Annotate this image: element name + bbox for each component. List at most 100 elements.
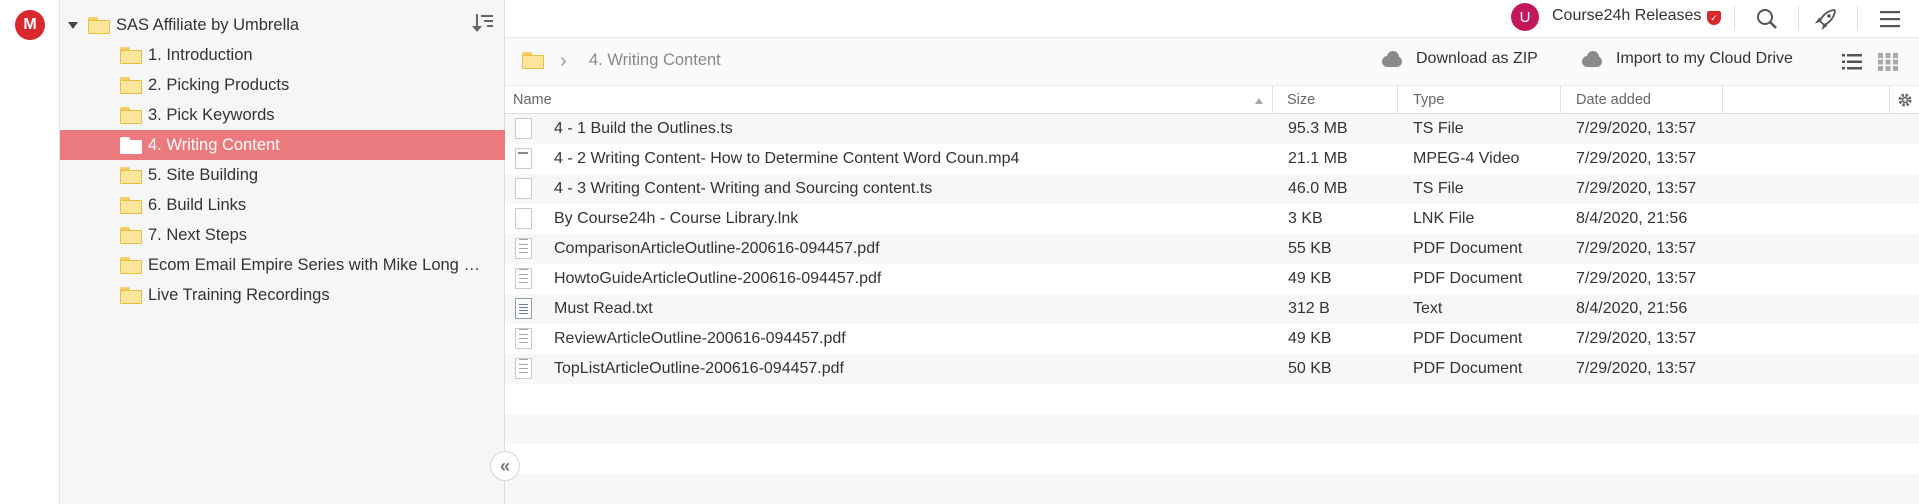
list-view-icon[interactable] [1842, 53, 1862, 71]
chevron-right-icon: › [560, 50, 567, 72]
mega-logo-icon[interactable]: M [15, 10, 45, 40]
file-name: ComparisonArticleOutline-200616-094457.p… [554, 240, 880, 257]
app-window: M SAS Affiliate by Umbrella 1. Introduct… [0, 0, 1919, 504]
file-size: 21.1 MB [1288, 150, 1348, 167]
tree-item-label: 5. Site Building [148, 165, 259, 184]
column-type[interactable]: Type [1413, 92, 1444, 108]
column-divider[interactable] [1722, 86, 1723, 114]
shield-icon: ✓ [1707, 11, 1721, 25]
import-cloud-button[interactable]: Import to my Cloud Drive [1580, 50, 1793, 68]
column-date-added[interactable]: Date added [1576, 92, 1651, 108]
table-header: Name Size Type Date added [505, 86, 1919, 114]
file-date: 7/29/2020, 13:57 [1576, 360, 1697, 377]
double-chevron-left-icon: « [499, 455, 510, 476]
column-divider[interactable] [1397, 86, 1398, 114]
account-name[interactable]: Course24h Releases [1552, 7, 1701, 25]
file-name: 4 - 3 Writing Content- Writing and Sourc… [554, 180, 933, 197]
column-size[interactable]: Size [1287, 92, 1315, 108]
grid-view-icon[interactable] [1878, 53, 1898, 71]
avatar[interactable]: U [1511, 3, 1539, 31]
tree-item-site-building[interactable]: 5. Site Building [60, 160, 505, 190]
gear-icon[interactable] [1897, 92, 1913, 108]
table-row[interactable]: By Course24h - Course Library.lnk 3 KB L… [505, 204, 1919, 234]
table-row[interactable]: TopListArticleOutline-200616-094457.pdf … [505, 354, 1919, 384]
column-name[interactable]: Name [513, 92, 552, 108]
divider [1798, 6, 1799, 30]
file-type: PDF Document [1413, 360, 1523, 377]
left-rail: M [0, 0, 60, 504]
folder-icon [120, 166, 142, 184]
file-date: 8/4/2020, 21:56 [1576, 300, 1688, 317]
table-row[interactable]: Must Read.txt 312 B Text 8/4/2020, 21:56 [505, 294, 1919, 324]
file-size: 95.3 MB [1288, 120, 1348, 137]
folder-open-icon [120, 136, 142, 154]
tree-item-writing-content[interactable]: 4. Writing Content [60, 130, 505, 160]
file-name: 4 - 1 Build the Outlines.ts [554, 120, 733, 137]
file-icon [515, 178, 532, 199]
download-zip-label: Download as ZIP [1416, 50, 1538, 67]
tree-item-ecom-email-empire[interactable]: Ecom Email Empire Series with Mike Long … [60, 250, 505, 280]
file-date: 7/29/2020, 13:57 [1576, 150, 1697, 167]
rocket-icon[interactable] [1811, 4, 1841, 34]
file-type: PDF Document [1413, 330, 1523, 347]
cloud-download-icon [1380, 51, 1402, 67]
table-row[interactable]: 4 - 1 Build the Outlines.ts 95.3 MB TS F… [505, 114, 1919, 144]
table-row[interactable]: 4 - 2 Writing Content- How to Determine … [505, 144, 1919, 174]
file-size: 3 KB [1288, 210, 1323, 227]
table-row[interactable]: ReviewArticleOutline-200616-094457.pdf 4… [505, 324, 1919, 354]
tree-item-introduction[interactable]: 1. Introduction [60, 40, 505, 70]
file-name: 4 - 2 Writing Content- How to Determine … [554, 150, 1020, 167]
file-size: 55 KB [1288, 240, 1332, 257]
tree-item-label: 2. Picking Products [148, 75, 290, 94]
column-divider[interactable] [1889, 86, 1890, 114]
tree-item-label: 6. Build Links [148, 195, 247, 214]
hamburger-menu-icon[interactable] [1875, 4, 1905, 34]
folder-icon [120, 196, 142, 214]
tree-root[interactable]: SAS Affiliate by Umbrella [60, 10, 505, 40]
caret-down-icon[interactable] [68, 21, 78, 29]
text-file-icon [515, 298, 532, 319]
file-type: LNK File [1413, 210, 1475, 227]
column-divider[interactable] [1272, 86, 1273, 114]
folder-icon[interactable] [522, 52, 544, 69]
file-type: TS File [1413, 120, 1464, 137]
file-size: 49 KB [1288, 270, 1332, 287]
file-name: ReviewArticleOutline-200616-094457.pdf [554, 330, 846, 347]
empty-row [505, 384, 1919, 414]
download-zip-button[interactable]: Download as ZIP [1380, 50, 1538, 68]
search-icon[interactable] [1752, 4, 1782, 34]
top-bar: U Course24h Releases ✓ [505, 0, 1919, 38]
file-size: 312 B [1288, 300, 1330, 317]
tree-item-label: Ecom Email Empire Series with Mike Long … [148, 255, 488, 274]
tree-item-build-links[interactable]: 6. Build Links [60, 190, 505, 220]
file-size: 46.0 MB [1288, 180, 1348, 197]
sort-ascending-icon [1255, 98, 1263, 104]
tree-item-next-steps[interactable]: 7. Next Steps [60, 220, 505, 250]
collapse-sidebar-button[interactable]: « [490, 451, 520, 481]
pdf-file-icon [515, 328, 532, 349]
sort-icon[interactable] [472, 14, 493, 32]
empty-row [505, 414, 1919, 444]
file-type: MPEG-4 Video [1413, 150, 1520, 167]
tree-item-pick-keywords[interactable]: 3. Pick Keywords [60, 100, 505, 130]
tree-item-picking-products[interactable]: 2. Picking Products [60, 70, 505, 100]
file-date: 7/29/2020, 13:57 [1576, 240, 1697, 257]
file-name: Must Read.txt [554, 300, 653, 317]
tree-item-live-training[interactable]: Live Training Recordings [60, 280, 505, 310]
tree-item-label: 4. Writing Content [148, 135, 280, 154]
file-icon [515, 208, 532, 229]
file-size: 50 KB [1288, 360, 1332, 377]
pdf-file-icon [515, 358, 532, 379]
file-type: PDF Document [1413, 270, 1523, 287]
folder-icon [120, 226, 142, 244]
breadcrumb-current[interactable]: 4. Writing Content [589, 51, 721, 70]
table-row[interactable]: HowtoGuideArticleOutline-200616-094457.p… [505, 264, 1919, 294]
pdf-file-icon [515, 238, 532, 259]
file-type: PDF Document [1413, 240, 1523, 257]
folder-icon [120, 256, 142, 274]
tree-root-label: SAS Affiliate by Umbrella [116, 15, 300, 34]
table-row[interactable]: 4 - 3 Writing Content- Writing and Sourc… [505, 174, 1919, 204]
table-row[interactable]: ComparisonArticleOutline-200616-094457.p… [505, 234, 1919, 264]
file-date: 7/29/2020, 13:57 [1576, 270, 1697, 287]
column-divider[interactable] [1560, 86, 1561, 114]
